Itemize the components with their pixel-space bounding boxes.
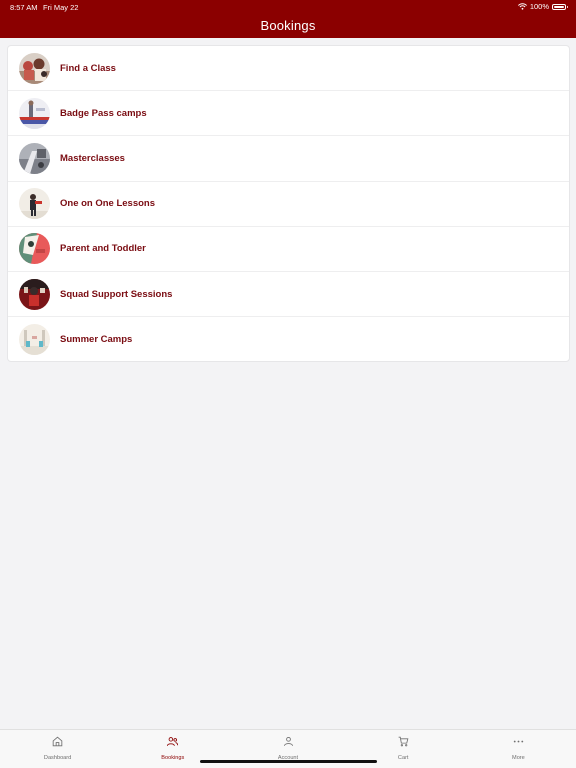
tab-more[interactable]: More: [461, 730, 576, 768]
list-item-find-a-class[interactable]: Find a Class: [8, 46, 569, 92]
status-right: 100%: [517, 2, 568, 11]
tab-label: More: [512, 755, 525, 761]
list-item-label: One on One Lessons: [60, 198, 156, 210]
page-title: Bookings: [260, 18, 316, 33]
find-a-class-photo: [19, 52, 50, 84]
list-item-label: Find a Class: [60, 62, 116, 74]
squad-support-photo: [19, 278, 50, 310]
person-icon: [282, 735, 295, 753]
list-item-label: Parent and Toddler: [60, 243, 146, 255]
battery-fill: [554, 5, 564, 8]
home-indicator: [200, 760, 377, 763]
list-item-label: Masterclasses: [60, 152, 125, 164]
list-item-label: Badge Pass camps: [60, 107, 147, 119]
list-item-label: Squad Support Sessions: [60, 288, 173, 300]
more-icon: [512, 735, 525, 753]
list-item-label: Summer Camps: [60, 334, 133, 346]
navigation-header: 8:57 AM Fri May 22 100% Bookings: [0, 0, 576, 38]
tab-label: Dashboard: [43, 755, 72, 761]
badge-pass-camps-photo: [19, 97, 50, 129]
list-item-one-on-one-lessons[interactable]: One on One Lessons: [8, 182, 569, 227]
home-icon: [51, 735, 64, 753]
tab-dashboard[interactable]: Dashboard: [0, 730, 115, 768]
battery-icon: [552, 3, 568, 10]
status-date: Fri May 22: [43, 3, 79, 12]
one-on-one-photo: [19, 188, 50, 220]
wifi-icon: [517, 3, 527, 10]
list-item-parent-and-toddler[interactable]: Parent and Toddler: [8, 227, 569, 272]
parent-toddler-photo: [19, 233, 50, 265]
list-item-squad-support-sessions[interactable]: Squad Support Sessions: [8, 272, 569, 318]
list-item-badge-pass-camps[interactable]: Badge Pass camps: [8, 91, 569, 137]
people-icon: [166, 735, 179, 753]
tab-label: Cart: [397, 755, 409, 761]
status-bar: 8:57 AM Fri May 22 100%: [0, 0, 576, 14]
cart-icon: [397, 735, 410, 753]
tab-label: Bookings: [161, 755, 185, 761]
booking-category-list: Find a Class Badge Pass camps Masterclasse…: [7, 45, 570, 362]
battery-percentage: 100%: [529, 2, 549, 11]
summer-camps-photo: [19, 324, 50, 356]
masterclasses-photo: [19, 142, 50, 174]
list-item-summer-camps[interactable]: Summer Camps: [8, 317, 569, 362]
list-item-masterclasses[interactable]: Masterclasses: [8, 136, 569, 182]
status-time: 8:57 AM: [10, 3, 38, 12]
